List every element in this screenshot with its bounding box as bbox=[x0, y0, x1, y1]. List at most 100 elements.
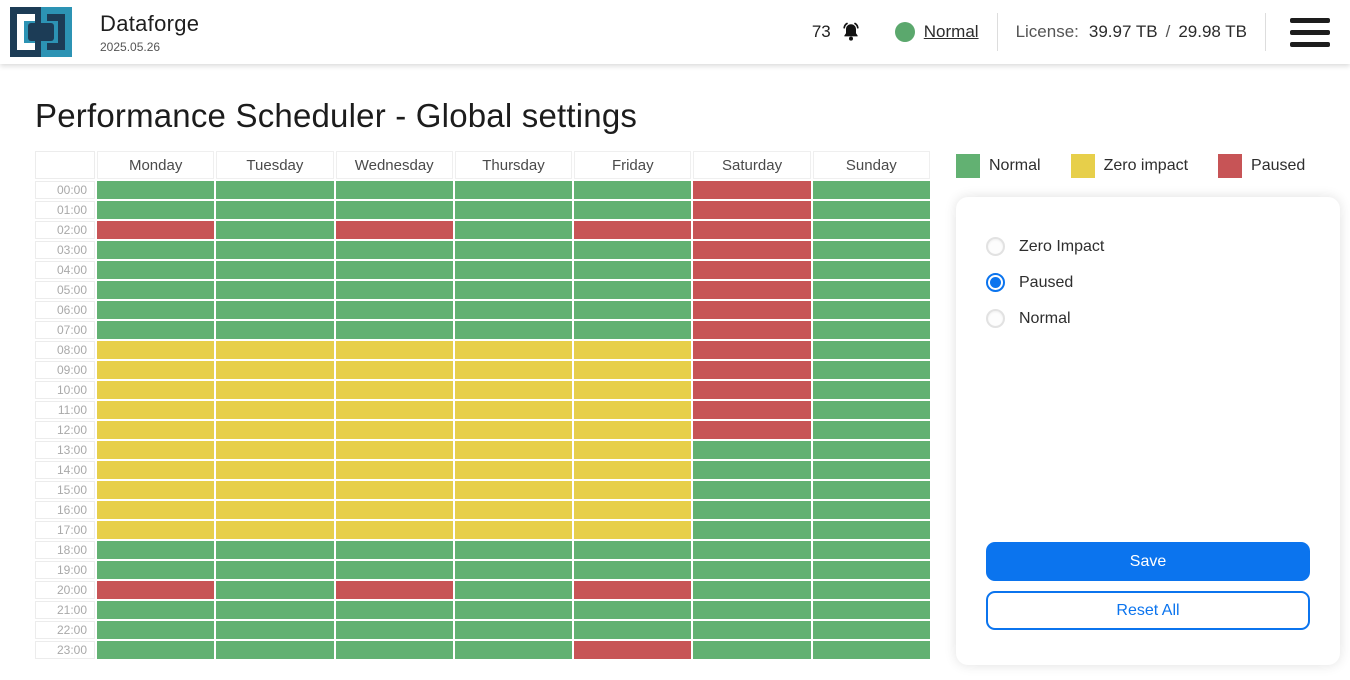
schedule-cell[interactable] bbox=[336, 361, 453, 379]
schedule-cell[interactable] bbox=[336, 241, 453, 259]
schedule-cell[interactable] bbox=[455, 381, 572, 399]
schedule-cell[interactable] bbox=[813, 261, 930, 279]
schedule-cell[interactable] bbox=[455, 621, 572, 639]
schedule-cell[interactable] bbox=[336, 601, 453, 619]
schedule-cell[interactable] bbox=[693, 641, 810, 659]
schedule-cell[interactable] bbox=[336, 421, 453, 439]
schedule-cell[interactable] bbox=[693, 541, 810, 559]
schedule-cell[interactable] bbox=[693, 241, 810, 259]
schedule-cell[interactable] bbox=[455, 321, 572, 339]
schedule-cell[interactable] bbox=[336, 521, 453, 539]
schedule-cell[interactable] bbox=[574, 561, 691, 579]
schedule-cell[interactable] bbox=[97, 181, 214, 199]
schedule-cell[interactable] bbox=[813, 201, 930, 219]
schedule-cell[interactable] bbox=[97, 341, 214, 359]
schedule-cell[interactable] bbox=[216, 441, 333, 459]
schedule-cell[interactable] bbox=[216, 401, 333, 419]
schedule-cell[interactable] bbox=[574, 261, 691, 279]
schedule-cell[interactable] bbox=[336, 281, 453, 299]
schedule-cell[interactable] bbox=[455, 421, 572, 439]
schedule-cell[interactable] bbox=[336, 621, 453, 639]
schedule-cell[interactable] bbox=[97, 361, 214, 379]
schedule-cell[interactable] bbox=[574, 281, 691, 299]
schedule-cell[interactable] bbox=[97, 321, 214, 339]
schedule-cell[interactable] bbox=[97, 301, 214, 319]
schedule-cell[interactable] bbox=[455, 501, 572, 519]
schedule-cell[interactable] bbox=[216, 321, 333, 339]
schedule-cell[interactable] bbox=[97, 421, 214, 439]
schedule-cell[interactable] bbox=[574, 221, 691, 239]
schedule-cell[interactable] bbox=[574, 341, 691, 359]
schedule-cell[interactable] bbox=[693, 361, 810, 379]
radio-option-paused[interactable]: Paused bbox=[986, 273, 1310, 292]
schedule-cell[interactable] bbox=[97, 441, 214, 459]
schedule-cell[interactable] bbox=[97, 541, 214, 559]
schedule-cell[interactable] bbox=[813, 361, 930, 379]
schedule-cell[interactable] bbox=[574, 581, 691, 599]
schedule-cell[interactable] bbox=[216, 381, 333, 399]
schedule-cell[interactable] bbox=[97, 381, 214, 399]
schedule-cell[interactable] bbox=[216, 281, 333, 299]
schedule-cell[interactable] bbox=[693, 481, 810, 499]
schedule-cell[interactable] bbox=[216, 301, 333, 319]
schedule-cell[interactable] bbox=[455, 461, 572, 479]
schedule-cell[interactable] bbox=[813, 501, 930, 519]
schedule-cell[interactable] bbox=[574, 201, 691, 219]
schedule-cell[interactable] bbox=[336, 401, 453, 419]
schedule-cell[interactable] bbox=[97, 641, 214, 659]
schedule-cell[interactable] bbox=[97, 281, 214, 299]
schedule-cell[interactable] bbox=[574, 321, 691, 339]
schedule-cell[interactable] bbox=[336, 341, 453, 359]
schedule-cell[interactable] bbox=[574, 521, 691, 539]
schedule-cell[interactable] bbox=[455, 361, 572, 379]
save-button[interactable]: Save bbox=[986, 542, 1310, 581]
schedule-cell[interactable] bbox=[97, 261, 214, 279]
schedule-cell[interactable] bbox=[336, 201, 453, 219]
schedule-cell[interactable] bbox=[97, 401, 214, 419]
schedule-cell[interactable] bbox=[693, 441, 810, 459]
schedule-cell[interactable] bbox=[216, 641, 333, 659]
schedule-cell[interactable] bbox=[455, 221, 572, 239]
schedule-cell[interactable] bbox=[216, 241, 333, 259]
schedule-cell[interactable] bbox=[813, 321, 930, 339]
schedule-cell[interactable] bbox=[574, 601, 691, 619]
schedule-cell[interactable] bbox=[813, 621, 930, 639]
schedule-cell[interactable] bbox=[97, 601, 214, 619]
schedule-cell[interactable] bbox=[455, 581, 572, 599]
schedule-cell[interactable] bbox=[216, 261, 333, 279]
schedule-cell[interactable] bbox=[574, 181, 691, 199]
schedule-cell[interactable] bbox=[97, 621, 214, 639]
schedule-cell[interactable] bbox=[455, 401, 572, 419]
schedule-cell[interactable] bbox=[693, 201, 810, 219]
schedule-cell[interactable] bbox=[336, 261, 453, 279]
schedule-cell[interactable] bbox=[813, 281, 930, 299]
schedule-cell[interactable] bbox=[97, 501, 214, 519]
schedule-cell[interactable] bbox=[574, 301, 691, 319]
schedule-cell[interactable] bbox=[813, 581, 930, 599]
schedule-cell[interactable] bbox=[693, 521, 810, 539]
schedule-cell[interactable] bbox=[455, 301, 572, 319]
schedule-cell[interactable] bbox=[813, 601, 930, 619]
schedule-cell[interactable] bbox=[574, 381, 691, 399]
schedule-cell[interactable] bbox=[574, 541, 691, 559]
schedule-cell[interactable] bbox=[693, 181, 810, 199]
schedule-cell[interactable] bbox=[813, 441, 930, 459]
schedule-cell[interactable] bbox=[336, 441, 453, 459]
bell-icon[interactable] bbox=[839, 20, 863, 44]
schedule-cell[interactable] bbox=[813, 641, 930, 659]
schedule-cell[interactable] bbox=[455, 561, 572, 579]
schedule-cell[interactable] bbox=[97, 221, 214, 239]
schedule-cell[interactable] bbox=[455, 641, 572, 659]
status-link[interactable]: Normal bbox=[924, 22, 979, 42]
schedule-cell[interactable] bbox=[336, 641, 453, 659]
schedule-cell[interactable] bbox=[693, 421, 810, 439]
schedule-cell[interactable] bbox=[97, 461, 214, 479]
schedule-cell[interactable] bbox=[693, 561, 810, 579]
schedule-cell[interactable] bbox=[455, 261, 572, 279]
schedule-cell[interactable] bbox=[574, 481, 691, 499]
schedule-cell[interactable] bbox=[455, 241, 572, 259]
schedule-cell[interactable] bbox=[813, 481, 930, 499]
schedule-cell[interactable] bbox=[336, 541, 453, 559]
schedule-cell[interactable] bbox=[336, 561, 453, 579]
schedule-cell[interactable] bbox=[574, 461, 691, 479]
